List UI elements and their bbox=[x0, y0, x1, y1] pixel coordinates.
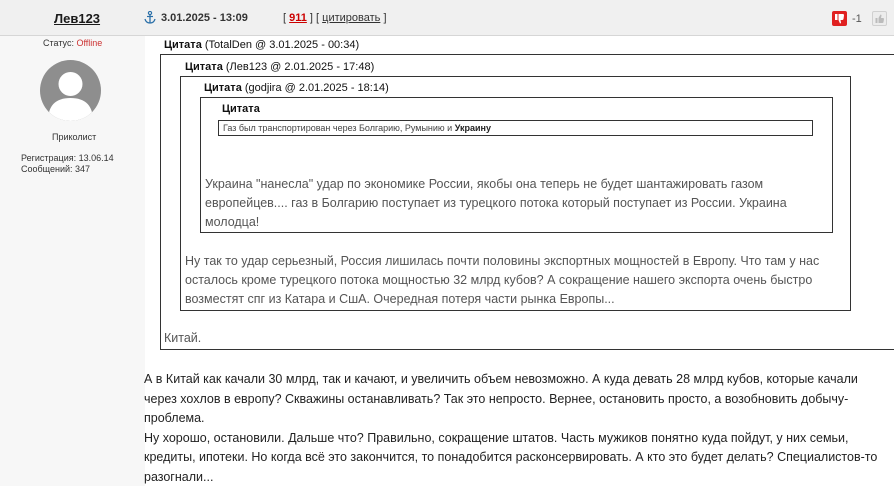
user-avatar-icon[interactable] bbox=[40, 60, 101, 121]
quote-text-2: Ну так то удар серьезный, Россия лишилас… bbox=[185, 252, 845, 309]
quote-text-3: Украина "нанесла" удар по экономике Росс… bbox=[205, 175, 830, 232]
quote-link[interactable]: цитировать bbox=[322, 12, 380, 24]
quote-text-4-bold: Украину bbox=[455, 123, 491, 133]
message-count: Сообщений: 347 bbox=[21, 164, 90, 174]
forum-post: Лев123 3.01.2025 - 13:09 [ 911 ] [ цитир… bbox=[0, 0, 894, 486]
reply-paragraph-1: А в Китай как качали 30 млрд, так и кача… bbox=[144, 370, 884, 429]
reply-paragraph-2: Ну хорошо, остановили. Дальше что? Прави… bbox=[144, 429, 884, 487]
quote-text-4: Газ был транспортирован через Болгарию, … bbox=[223, 123, 452, 133]
post-body: А в Китай как качали 30 млрд, так и кача… bbox=[144, 370, 884, 487]
registration-date: Регистрация: 13.06.14 bbox=[21, 153, 114, 163]
status-offline: Offline bbox=[76, 38, 102, 48]
quote-meta: (Лев123 @ 2.01.2025 - 17:48) bbox=[226, 61, 374, 73]
post-header: Лев123 3.01.2025 - 13:09 [ 911 ] [ цитир… bbox=[0, 0, 894, 36]
quote-meta: (godjira @ 2.01.2025 - 18:14) bbox=[245, 82, 389, 94]
rating-value: -1 bbox=[852, 13, 862, 25]
quote-text-1: Китай. bbox=[164, 329, 464, 348]
quote-header-4: Цитата bbox=[222, 103, 260, 115]
quote-label: Цитата bbox=[164, 39, 202, 51]
user-rank: Приколист bbox=[52, 132, 96, 142]
status-label: Статус: bbox=[43, 38, 74, 48]
anchor-icon[interactable] bbox=[144, 11, 156, 24]
quote-header-1: Цитата (TotalDen @ 3.01.2025 - 00:34) bbox=[164, 39, 359, 51]
quote-header-3: Цитата (godjira @ 2.01.2025 - 18:14) bbox=[204, 82, 389, 94]
thumbs-up-icon[interactable] bbox=[872, 11, 887, 26]
post-number-link[interactable]: 911 bbox=[289, 12, 307, 24]
author-profile: Статус: Offline Приколист Регистрация: 1… bbox=[0, 36, 145, 486]
quote-meta: (TotalDen @ 3.01.2025 - 00:34) bbox=[205, 39, 359, 51]
quote-header-2: Цитата (Лев123 @ 2.01.2025 - 17:48) bbox=[185, 61, 374, 73]
thumbs-down-icon[interactable] bbox=[832, 11, 847, 26]
quote-label: Цитата bbox=[204, 82, 242, 94]
author-name-link[interactable]: Лев123 bbox=[54, 11, 100, 26]
quote-box-4: Газ был транспортирован через Болгарию, … bbox=[218, 120, 813, 136]
post-links: [ 911 ] [ цитировать ] bbox=[283, 12, 387, 24]
post-date: 3.01.2025 - 13:09 bbox=[161, 12, 248, 24]
status-line: Статус: Offline bbox=[43, 38, 102, 48]
quote-label: Цитата bbox=[185, 61, 223, 73]
